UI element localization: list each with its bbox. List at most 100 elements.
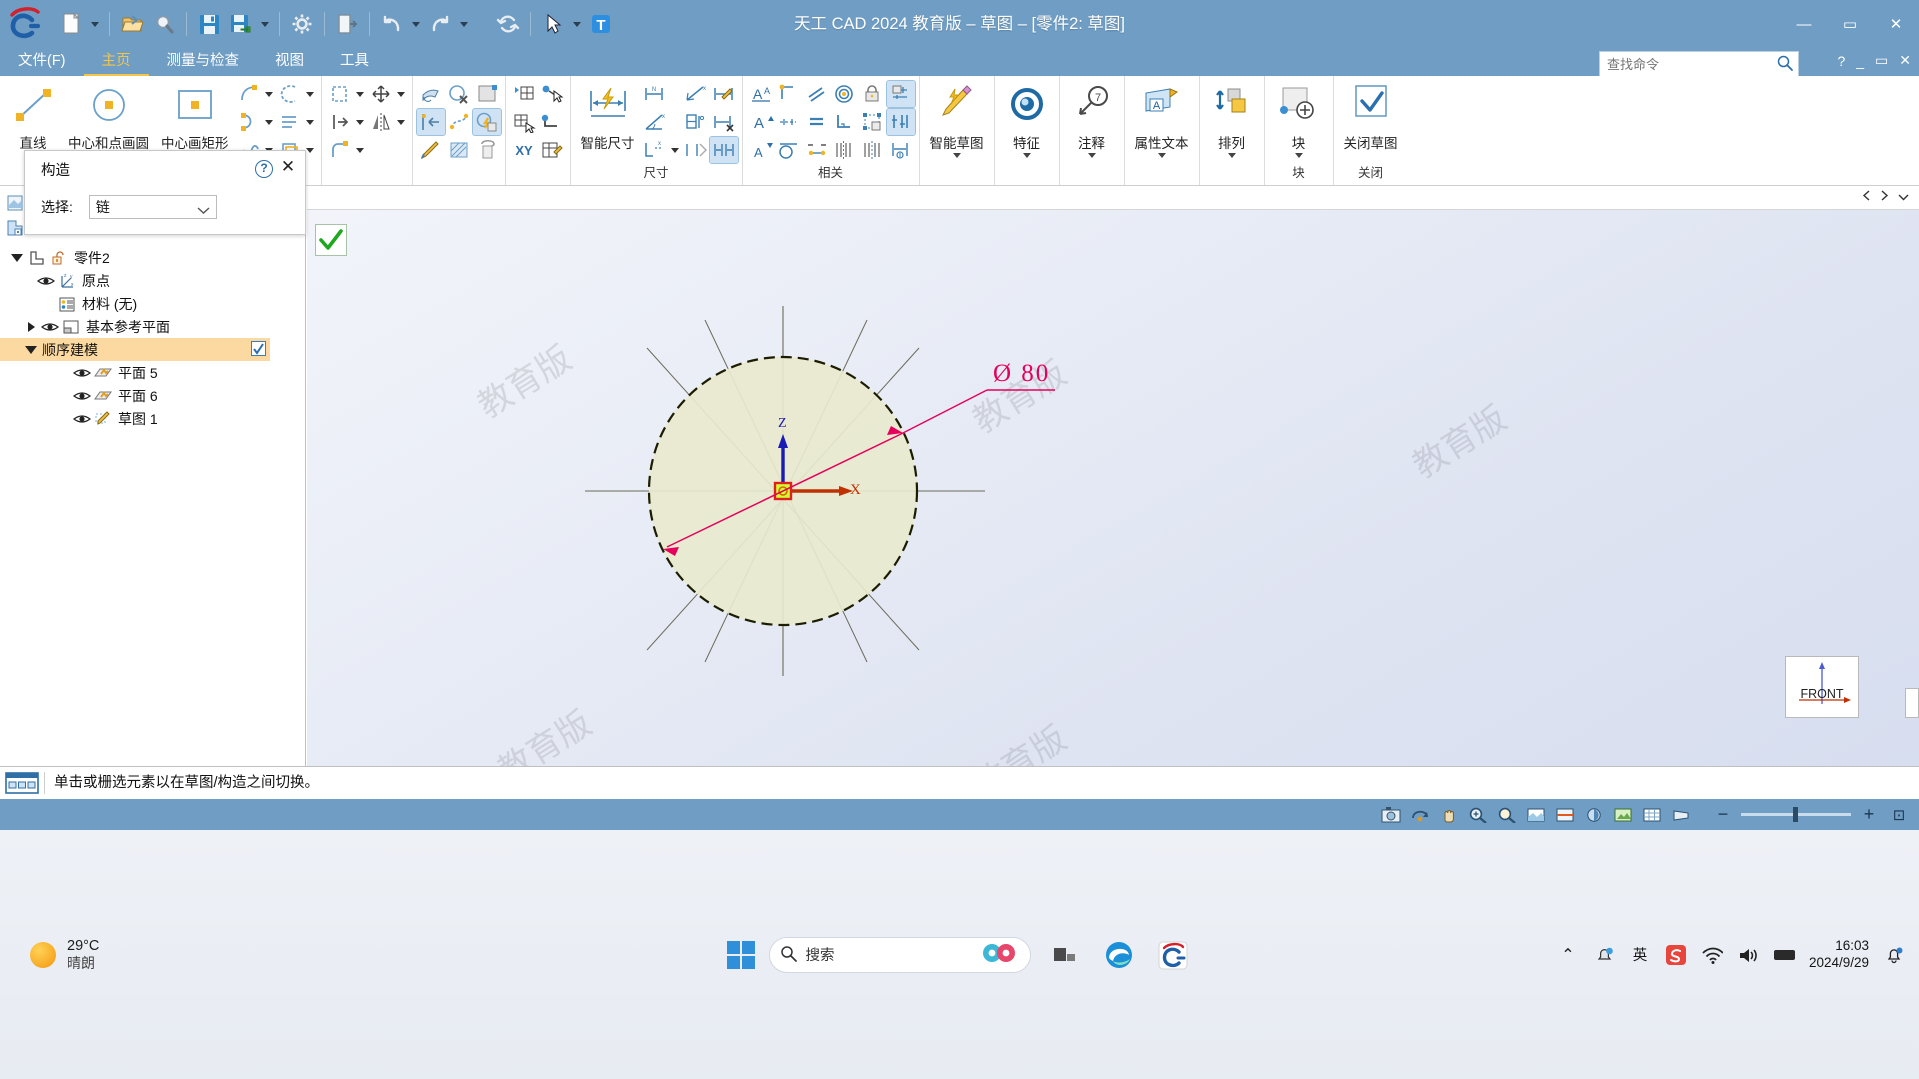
lock-dim-icon[interactable] — [885, 80, 916, 108]
canvas-edge-tab[interactable] — [1905, 688, 1919, 718]
polyline-dropdown-icon[interactable] — [304, 109, 317, 135]
select-tool-button[interactable] — [538, 8, 568, 40]
chevron-down-icon[interactable] — [197, 202, 210, 218]
redo-button[interactable] — [425, 8, 455, 40]
connect-icon[interactable] — [775, 81, 803, 107]
taskbar-app-cad[interactable] — [1153, 936, 1193, 974]
symmetric-pair-icon[interactable] — [803, 137, 831, 163]
surface-icon[interactable] — [417, 81, 445, 107]
parallel-icon[interactable] — [803, 81, 831, 107]
arrange-button[interactable]: 排列 — [1204, 80, 1260, 158]
doc-window-icon-2[interactable] — [4, 217, 26, 239]
symmetric-axis-icon[interactable] — [859, 137, 887, 163]
tree-row-sketch-1[interactable]: 草图 1 — [0, 407, 306, 430]
polyline-icon[interactable] — [276, 109, 304, 135]
extend-icon[interactable] — [326, 109, 354, 135]
concentric-icon[interactable] — [831, 81, 859, 107]
perspective-icon[interactable] — [1669, 804, 1693, 826]
save-as-dropdown-icon[interactable] — [258, 8, 272, 40]
close-button[interactable]: ✕ — [1873, 0, 1919, 48]
move-icon[interactable] — [367, 81, 395, 107]
annotation-dropdown-icon[interactable] — [1088, 153, 1096, 158]
close-sketch-button[interactable]: 关闭草图 — [1338, 80, 1404, 152]
hatch-icon[interactable] — [445, 137, 473, 163]
notification-center-icon[interactable] — [1883, 944, 1905, 966]
notification-bell-icon[interactable] — [1593, 944, 1615, 966]
shade-icon[interactable] — [1582, 804, 1606, 826]
sketch-lightning-icon[interactable] — [471, 108, 502, 136]
undo-dropdown-icon[interactable] — [409, 8, 423, 40]
ribbon-restore-button[interactable]: ▭ — [1875, 52, 1888, 69]
block-button[interactable]: 块 — [1269, 80, 1329, 158]
coord-edit-icon[interactable] — [538, 137, 566, 163]
property-text-dropdown-icon[interactable] — [1158, 153, 1166, 158]
edit-pencil-icon[interactable] — [417, 137, 445, 163]
eye-icon[interactable] — [72, 412, 92, 426]
tree-row-plane-5[interactable]: 平面 5 — [0, 361, 306, 384]
trim-icon[interactable] — [326, 81, 354, 107]
grid-icon[interactable] — [1640, 804, 1664, 826]
tree-row-ordered-modeling[interactable]: 顺序建模 — [0, 338, 270, 361]
find-command-input[interactable] — [1607, 56, 1776, 72]
arc-tangent-icon[interactable] — [235, 81, 263, 107]
horizontal-vertical-icon[interactable] — [775, 109, 803, 135]
redo-dropdown-icon[interactable] — [457, 8, 471, 40]
undo-button[interactable] — [377, 8, 407, 40]
feature-dropdown-icon[interactable] — [1023, 153, 1031, 158]
smart-sketch-dropdown-icon[interactable] — [953, 153, 961, 158]
start-button[interactable] — [726, 940, 755, 969]
tab-tools[interactable]: 工具 — [322, 48, 387, 76]
section-icon[interactable] — [1553, 804, 1577, 826]
move-dropdown-icon[interactable] — [395, 81, 408, 107]
fillet-icon[interactable] — [326, 137, 354, 163]
tree-row-plane-6[interactable]: 平面 6 — [0, 384, 306, 407]
taskbar-app-edge[interactable] — [1099, 936, 1139, 974]
save-as-button[interactable] — [226, 8, 256, 40]
search-icon[interactable] — [1776, 54, 1794, 75]
maintain-relation-icon[interactable] — [887, 137, 915, 163]
zoom-thumb[interactable] — [1793, 807, 1798, 822]
sketch-view-icon[interactable] — [1524, 804, 1548, 826]
text-size-up-icon[interactable]: AA — [747, 81, 775, 107]
rectangle-center-button[interactable]: 中心画矩形 — [155, 80, 235, 152]
collinear-icon[interactable] — [831, 137, 859, 163]
revolve-icon[interactable] — [473, 137, 501, 163]
chevron-down-icon[interactable] — [8, 254, 26, 262]
help-button[interactable]: ? — [1837, 53, 1845, 69]
sketch-confirm-badge[interactable] — [315, 224, 347, 256]
smart-dimension-button[interactable]: 智能尺寸 — [575, 80, 641, 152]
tree-row-material[interactable]: 材料 (无) — [0, 292, 306, 315]
chevron-right-icon[interactable] — [22, 322, 40, 332]
lock-icon[interactable] — [859, 81, 887, 107]
arc-3point-icon[interactable] — [235, 109, 263, 135]
rigid-set-icon[interactable] — [859, 109, 887, 135]
delete-sketch-icon[interactable] — [445, 81, 473, 107]
nav-menu-icon[interactable] — [1898, 189, 1909, 204]
save-button[interactable] — [194, 8, 224, 40]
zoom-fit-button[interactable]: ⊡ — [1887, 804, 1911, 826]
tray-chevron-icon[interactable]: ⌃ — [1557, 944, 1579, 966]
ellipse-dropdown-icon[interactable] — [304, 81, 317, 107]
zoom-fit-icon[interactable] — [1495, 804, 1519, 826]
zoom-area-icon[interactable] — [1466, 804, 1490, 826]
eye-icon[interactable] — [72, 389, 92, 403]
zoom-in-button[interactable]: + — [1857, 804, 1881, 826]
help-icon[interactable]: ? — [255, 160, 273, 178]
selection-mode-dropdown[interactable]: 链 — [88, 195, 217, 219]
drawing-canvas[interactable]: 教育版 教育版 教育版 教育版 教育版 Z X Ø 80 FRONT — [307, 210, 1919, 766]
dim-group-icon[interactable] — [708, 136, 739, 164]
doc-window-icon-1[interactable] — [4, 192, 26, 214]
check-box-icon[interactable] — [251, 341, 266, 359]
new-document-button[interactable] — [56, 8, 86, 40]
drive-dim-icon[interactable] — [885, 108, 916, 136]
sogou-icon[interactable] — [1665, 944, 1687, 966]
fillet-dropdown-icon[interactable] — [354, 137, 367, 163]
mirror-dropdown-icon[interactable] — [395, 109, 408, 135]
nav-prev-icon[interactable] — [1862, 189, 1871, 204]
taskbar-search[interactable]: 搜索 — [768, 936, 1031, 973]
smart-sketch-button[interactable]: 智能草图 — [924, 80, 990, 158]
block-dropdown-icon[interactable] — [1295, 153, 1303, 158]
new-document-dropdown-icon[interactable] — [88, 8, 102, 40]
circle-center-point-button[interactable]: 中心和点画圆 — [62, 80, 155, 152]
distance-dim-icon[interactable]: N — [641, 81, 669, 107]
